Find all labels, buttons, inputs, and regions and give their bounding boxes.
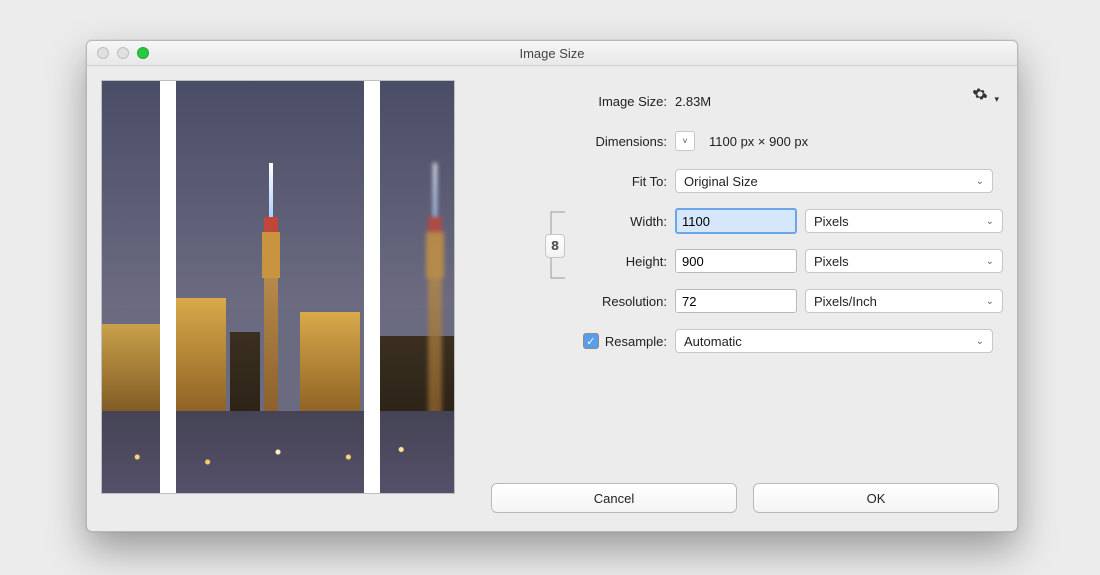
resolution-input[interactable] <box>675 289 797 313</box>
zoom-window-button[interactable] <box>137 47 149 59</box>
height-unit-select[interactable]: Pixels⌄ <box>805 249 1003 273</box>
width-label: Width: <box>477 214 675 229</box>
traffic-lights <box>87 47 149 59</box>
image-size-label: Image Size: <box>477 94 675 109</box>
image-preview[interactable] <box>101 80 455 494</box>
settings-panel: ▾ Image Size: 2.83M Dimensions: ˅ 1100 p… <box>477 80 1003 494</box>
link-icon[interactable]: 𝟴 <box>545 234 565 258</box>
resample-label: Resample: <box>605 334 667 349</box>
image-size-dialog: Image Size ▾ Imag <box>86 40 1018 532</box>
chevron-down-icon: ⌄ <box>986 216 994 227</box>
ok-button[interactable]: OK <box>753 483 999 513</box>
dimensions-unit-toggle[interactable]: ˅ <box>675 131 695 151</box>
resample-checkbox[interactable]: ✓ <box>583 333 599 349</box>
width-unit-select[interactable]: Pixels⌄ <box>805 209 1003 233</box>
resolution-label: Resolution: <box>477 294 675 309</box>
chevron-down-icon: ⌄ <box>986 256 994 267</box>
width-input[interactable] <box>675 208 797 234</box>
chevron-down-icon: ⌄ <box>976 336 984 347</box>
window-title: Image Size <box>87 46 1017 61</box>
cancel-button[interactable]: Cancel <box>491 483 737 513</box>
height-label: Height: <box>477 254 675 269</box>
resample-method-select[interactable]: Automatic⌄ <box>675 329 993 353</box>
chevron-down-icon: ⌄ <box>976 176 984 187</box>
dialog-footer: Cancel OK <box>491 483 999 513</box>
dimensions-label: Dimensions: <box>477 134 675 149</box>
gear-icon[interactable]: ▾ <box>972 86 999 106</box>
titlebar[interactable]: Image Size <box>87 41 1017 66</box>
image-size-value: 2.83M <box>675 94 711 109</box>
height-input[interactable] <box>675 249 797 273</box>
constrain-proportions: 𝟴 <box>537 208 571 282</box>
dimensions-value: 1100 px × 900 px <box>709 134 808 149</box>
fit-to-select[interactable]: Original Size⌄ <box>675 169 993 193</box>
close-window-button[interactable] <box>97 47 109 59</box>
minimize-window-button[interactable] <box>117 47 129 59</box>
fit-to-label: Fit To: <box>477 174 675 189</box>
resolution-unit-select[interactable]: Pixels/Inch⌄ <box>805 289 1003 313</box>
chevron-down-icon: ⌄ <box>986 296 994 307</box>
